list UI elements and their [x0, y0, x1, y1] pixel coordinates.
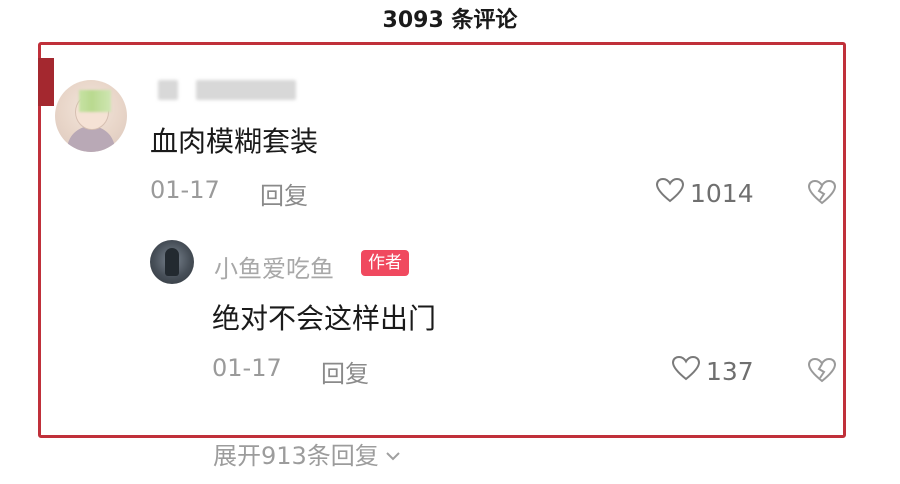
blurred-username	[196, 80, 296, 100]
reply-avatar[interactable]	[150, 240, 194, 284]
reply-reply-button[interactable]: 回复	[321, 354, 369, 389]
reply-text: 绝对不会这样出门	[212, 302, 437, 335]
avatar[interactable]	[55, 80, 127, 152]
reply-date: 01-17	[212, 354, 282, 382]
chevron-down-icon	[385, 440, 401, 468]
like-count: 1014	[690, 178, 754, 208]
expand-replies-link[interactable]: 展开913条回复	[213, 436, 401, 471]
broken-heart-icon[interactable]	[806, 356, 838, 388]
blurred-username	[158, 80, 178, 100]
heart-icon	[654, 176, 686, 210]
comment-date: 01-17	[150, 176, 220, 204]
comment-text: 血肉模糊套装	[150, 125, 319, 158]
heart-icon	[670, 354, 702, 388]
reply-like-count: 137	[706, 356, 754, 386]
expand-replies-label: 展开913条回复	[213, 442, 379, 470]
reply-username[interactable]: 小鱼爱吃鱼	[214, 249, 334, 284]
reply-button[interactable]: 回复	[260, 176, 308, 211]
comment-count-title: 3093 条评论	[382, 8, 518, 33]
reply-like-button[interactable]: 137	[670, 354, 754, 388]
broken-heart-icon[interactable]	[806, 178, 838, 210]
corner-mark	[38, 58, 54, 106]
author-badge: 作者	[361, 250, 409, 276]
like-button[interactable]: 1014	[654, 176, 754, 210]
